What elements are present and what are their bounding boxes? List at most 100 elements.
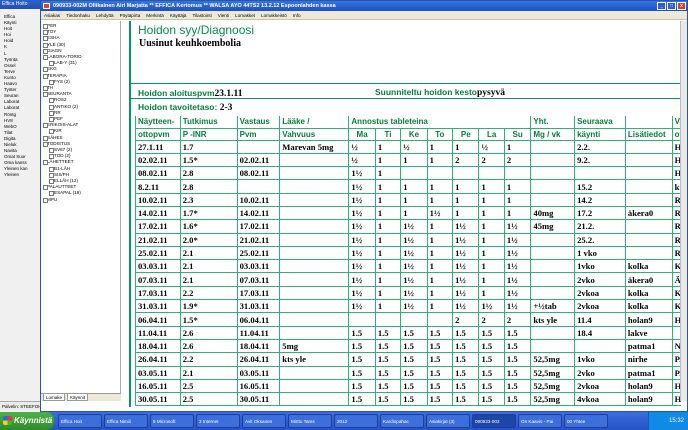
table-cell[interactable]: 1 [478, 259, 505, 274]
table-cell[interactable]: 30.05.11 [236, 392, 281, 407]
taskbar-task[interactable]: Effica Nimiii [104, 414, 148, 428]
table-cell[interactable]: 1 [426, 152, 454, 168]
table-cell[interactable]: 1½ [503, 259, 532, 274]
table-cell[interactable] [279, 325, 350, 340]
table-cell[interactable]: 1 [503, 205, 532, 221]
table-cell[interactable]: Marevan 5mg [279, 139, 350, 154]
table-cell[interactable]: 1.5 [374, 365, 402, 380]
menu-item[interactable]: Lehdyttä [96, 11, 114, 19]
table-cell[interactable]: 1 [426, 245, 454, 261]
table-cell[interactable]: 1 [503, 139, 532, 154]
table-cell[interactable]: 1 [478, 179, 505, 194]
table-cell[interactable]: 17.02.11 [135, 219, 181, 234]
table-cell[interactable] [279, 245, 350, 261]
navigation-tree[interactable]: PER TOY ESHA YLE (30) DIAGN LABORA-TORIO LAB-Y… [41, 21, 120, 203]
table-cell[interactable]: 1.5 [452, 325, 480, 340]
table-cell[interactable]: 1½ [400, 245, 428, 261]
nav-tree-item[interactable]: MPU [41, 197, 120, 203]
table-cell[interactable]: ½ [478, 139, 505, 154]
table-cell[interactable]: kolka [624, 285, 673, 301]
table-cell[interactable]: 18.4 [574, 325, 626, 340]
table-cell[interactable]: 1½ [478, 299, 505, 314]
table-cell[interactable] [279, 152, 350, 168]
table-cell[interactable] [530, 152, 576, 168]
table-cell[interactable]: 11.4 [574, 312, 626, 327]
table-cell[interactable]: 45mg [530, 219, 576, 234]
table-cell[interactable]: 1½ [348, 166, 376, 181]
table-cell[interactable] [279, 232, 350, 247]
table-cell[interactable]: 2.8 [179, 166, 238, 181]
table-cell[interactable]: 10.02.11 [236, 192, 281, 207]
taskbar-task[interactable]: Mirttu Tams [288, 414, 332, 428]
menu-item[interactable]: Tilastointi [192, 11, 211, 19]
close-button[interactable]: x [677, 2, 686, 10]
table-cell[interactable]: 1½ [348, 179, 376, 194]
table-cell[interactable]: 1.5 [348, 325, 376, 340]
table-cell[interactable]: 1.5 [400, 392, 428, 407]
table-cell[interactable]: 1½ [400, 219, 428, 234]
table-cell[interactable]: 1 [478, 272, 505, 287]
table-cell[interactable]: 1½ [348, 272, 376, 287]
table-cell[interactable]: äkera0 [624, 272, 673, 287]
table-cell[interactable]: 14.02.11 [135, 205, 181, 221]
table-cell[interactable]: 1.5 [452, 365, 480, 380]
table-cell[interactable]: 17.02.11 [236, 219, 281, 234]
table-cell[interactable]: 52,5mg [530, 378, 576, 394]
table-cell[interactable]: 1 [478, 205, 505, 221]
table-cell[interactable]: 1.9* [179, 299, 238, 314]
table-cell[interactable]: 1.5 [348, 365, 376, 380]
table-cell[interactable]: 1½ [400, 232, 428, 247]
table-cell[interactable]: 03.05.11 [236, 365, 281, 380]
table-cell[interactable]: nirhe [624, 352, 673, 367]
table-cell[interactable]: 17.03.11 [236, 285, 281, 301]
table-cell[interactable]: 1½ [348, 219, 376, 234]
menu-item[interactable]: Tiedonhaku [66, 11, 90, 19]
table-cell[interactable]: 1 [400, 205, 428, 221]
table-cell[interactable]: 1.5 [503, 325, 532, 340]
table-cell[interactable]: 1 [503, 192, 532, 207]
table-cell[interactable]: 31.03.11 [236, 299, 281, 314]
table-cell[interactable]: 1½ [503, 245, 532, 261]
table-cell[interactable] [279, 392, 350, 407]
table-cell[interactable]: 26.04.11 [135, 352, 181, 367]
table-cell[interactable]: 4vkoa [574, 392, 626, 407]
table-cell[interactable]: 1.5 [452, 378, 480, 394]
table-cell[interactable]: 1.5 [426, 338, 454, 354]
table-cell[interactable]: 1.5 [400, 338, 428, 354]
table-cell[interactable]: 1½ [452, 219, 480, 234]
maximize-button[interactable]: □ [667, 2, 676, 10]
table-cell[interactable]: 2.0* [179, 232, 238, 247]
nav-tab[interactable]: Käynnit [67, 394, 89, 401]
table-cell[interactable]: 1 [426, 219, 454, 234]
table-cell[interactable]: 1 [374, 152, 402, 168]
table-cell[interactable]: 1 [374, 205, 402, 221]
table-cell[interactable]: 2 [503, 312, 532, 327]
table-cell[interactable]: 2 [478, 312, 505, 327]
table-cell[interactable]: 1.5 [400, 365, 428, 380]
table-cell[interactable]: 1 [374, 245, 402, 261]
table-cell[interactable]: 2.8 [179, 179, 238, 194]
table-cell[interactable] [624, 245, 673, 261]
table-cell[interactable]: 1 [374, 166, 402, 181]
table-cell[interactable]: 07.03.11 [135, 272, 181, 287]
table-cell[interactable]: 1.5 [348, 378, 376, 394]
table-cell[interactable]: 1 [452, 139, 480, 154]
table-cell[interactable]: 1½ [348, 299, 376, 314]
table-cell[interactable] [478, 166, 505, 181]
table-cell[interactable]: 1.5 [503, 338, 532, 354]
taskbar-task[interactable]: Avit Oksanen [242, 414, 286, 428]
menu-item[interactable]: Lomakket [235, 11, 255, 19]
table-cell[interactable]: 1 [426, 139, 454, 154]
taskbar-task[interactable]: 00 Yhtee [564, 414, 608, 428]
table-cell[interactable]: 11.04.11 [135, 325, 181, 340]
table-cell[interactable]: 1 [400, 152, 428, 168]
table-cell[interactable]: 21.2. [574, 219, 626, 234]
table-cell[interactable]: 25.02.11 [135, 245, 181, 261]
table-cell[interactable]: 1 [374, 272, 402, 287]
table-cell[interactable] [574, 166, 626, 181]
table-cell[interactable]: 40mg [530, 205, 576, 221]
menu-item[interactable]: Vienti [218, 11, 229, 19]
table-cell[interactable]: 1 vko [574, 245, 626, 261]
table-cell[interactable]: 2.2 [179, 352, 238, 367]
table-cell[interactable]: 2vkoa [574, 378, 626, 394]
